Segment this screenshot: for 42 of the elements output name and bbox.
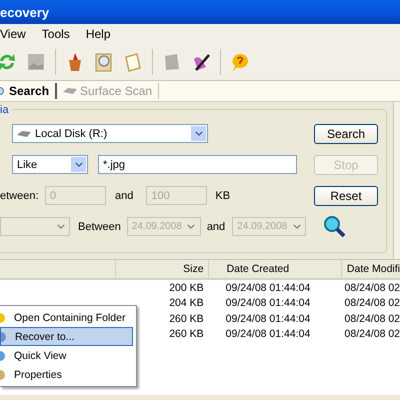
table-cell-text: 09/24/08 01:44:04: [224, 282, 312, 294]
column-header[interactable]: Date Modifi: [342, 260, 400, 278]
table-cell-text: 09/24/08 01:44:04: [224, 328, 312, 340]
menu-item[interactable]: Quick View: [0, 346, 133, 365]
table-cell-text: 260 KB: [168, 328, 205, 340]
table-cell-text: 08/24/08 02: [344, 297, 400, 310]
search-button[interactable]: Search: [314, 124, 378, 144]
table-cell-text: 204 KB: [168, 297, 205, 310]
menu-item[interactable]: Tools: [42, 27, 70, 41]
window-title: ecovery: [0, 4, 50, 20]
table-cell-text: 260 KB: [168, 312, 205, 325]
column-header[interactable]: Date Created: [220, 260, 342, 278]
table-cell-text: 08/24/08 02: [344, 312, 400, 325]
between-label: Between: [78, 220, 121, 232]
chevron-icon: [56, 224, 64, 229]
search-icon: [323, 214, 347, 238]
table-cell-text: 09/24/08 01:44:04: [224, 297, 312, 310]
match-dropdown[interactable]: Like: [12, 155, 88, 174]
and-label: and: [115, 190, 134, 202]
table-cell-text: 200 KB: [168, 282, 205, 294]
unit-label: KB: [215, 190, 230, 202]
drive-dropdown[interactable]: Local Disk (R:): [12, 124, 208, 143]
chevron-icon: [194, 131, 202, 136]
and-label: and: [206, 220, 226, 232]
column-header[interactable]: Size: [128, 260, 209, 278]
size-label: etween:: [0, 190, 40, 202]
group-label: ia: [0, 104, 11, 116]
table-cell-text: 08/24/08 02: [344, 282, 400, 294]
image-icon[interactable]: [25, 51, 47, 73]
menu-item[interactable]: Properties: [0, 365, 133, 384]
chevron-icon: [74, 162, 82, 167]
chevron-icon: [292, 224, 301, 229]
tab[interactable]: Search: [0, 83, 58, 99]
table-cell-text: 08/24/08 02: [344, 328, 400, 340]
table-cell-text: 09/24/08 01:44:04: [224, 312, 312, 325]
menu-item[interactable]: Recover to...: [0, 327, 133, 346]
menu-item[interactable]: Help: [86, 27, 110, 41]
pattern-field[interactable]: *.jpg: [98, 155, 297, 174]
menu-item[interactable]: Open Containing Folder: [0, 308, 133, 327]
reset-button[interactable]: Reset: [314, 186, 378, 206]
chevron-icon: [187, 224, 196, 229]
menu-item[interactable]: View: [0, 27, 26, 41]
